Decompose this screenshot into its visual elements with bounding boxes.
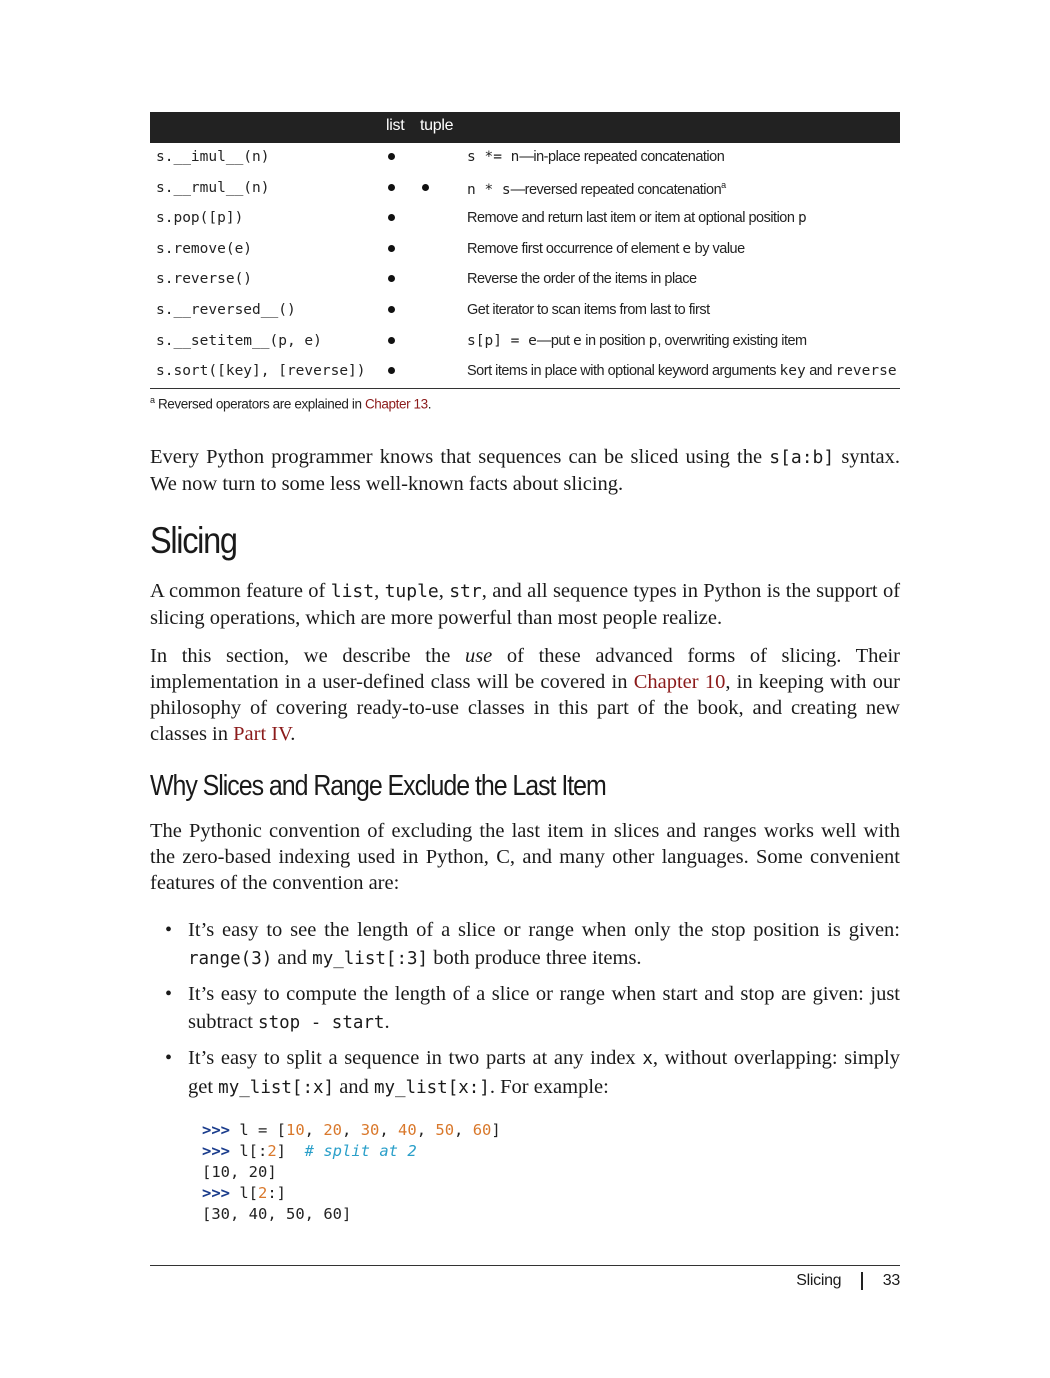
table-row: s.sort([key], [reverse]) Sort items in pl… xyxy=(150,357,900,388)
subsection-paragraph: The Pythonic convention of excluding the… xyxy=(150,820,900,894)
method-name: s.__setitem__(p, e) xyxy=(156,332,322,349)
header-list: list xyxy=(386,117,405,134)
code-example: >>> l = [10, 20, 30, 40, 50, 60] >>> l[:… xyxy=(202,1120,501,1225)
section-paragraph-2: In this section, we describe the use of … xyxy=(150,645,900,745)
method-description: n * s—reversed repeated concatenationa xyxy=(467,179,726,198)
list-support-dot xyxy=(388,336,395,344)
method-name: s.pop([p]) xyxy=(156,210,244,227)
section-title: Slicing xyxy=(150,520,238,561)
table-row: s.__setitem__(p, e) s[p] = e—put e in pos… xyxy=(150,327,900,358)
method-description: Get iterator to scan items from last to … xyxy=(467,301,710,318)
table-row: s.__reversed__() Get iterator to scan ite… xyxy=(150,296,900,327)
page-number: 33 xyxy=(882,1272,901,1290)
method-description: Sort items in place with optional keywor… xyxy=(467,363,897,380)
list-support-dot xyxy=(388,153,395,160)
tuple-support-dot xyxy=(422,183,429,191)
table-bottom-rule xyxy=(150,387,900,389)
list-support-dot xyxy=(388,244,395,252)
method-description: s *= n—in-place repeated concatenation xyxy=(467,149,725,165)
list-item: It’s easy to split a sequence in two par… xyxy=(150,1044,900,1102)
table-row: s.pop([p]) Remove and return last item or… xyxy=(150,204,900,235)
table-row: s.reverse() Reverse the order of the item… xyxy=(150,265,900,296)
part-iv-link[interactable]: Part IV xyxy=(233,723,290,745)
table-footnote: a Reversed operators are explained in Ch… xyxy=(150,394,432,412)
chapter-10-link[interactable]: Chapter 10 xyxy=(634,671,726,693)
table-row: s.__rmul__(n) n * s—reversed repeated con… xyxy=(150,174,900,205)
footer-rule xyxy=(150,1265,900,1266)
subsection-title: Why Slices and Range Exclude the Last It… xyxy=(150,770,607,802)
code-line: >>> l = [10, 20, 30, 40, 50, 60] xyxy=(202,1121,501,1139)
footer-section: Slicing xyxy=(796,1272,842,1290)
code-output: [10, 20] xyxy=(202,1163,277,1181)
list-support-dot xyxy=(388,367,395,375)
method-description: Remove and return last item or item at o… xyxy=(467,210,807,227)
method-description: Reverse the order of the items in place xyxy=(467,271,697,288)
section-paragraph-1: A common feature of list, tuple, str, an… xyxy=(150,580,901,629)
method-description: Remove first occurrence of element e by … xyxy=(467,240,745,257)
list-support-dot xyxy=(388,275,395,283)
chapter-13-link[interactable]: Chapter 13 xyxy=(365,396,428,411)
feature-list: It’s easy to see the length of a slice o… xyxy=(150,916,900,1109)
table-row: s.remove(e) Remove first occurrence of el… xyxy=(150,235,900,266)
table-body: s.__imul__(n) s *= n—in-place repeated co… xyxy=(150,143,900,388)
intro-paragraph: Every Python programmer knows that seque… xyxy=(150,446,900,495)
list-item: It’s easy to compute the length of a sli… xyxy=(150,980,900,1037)
method-name: s.__rmul__(n) xyxy=(156,179,270,196)
list-item: It’s easy to see the length of a slice o… xyxy=(150,916,900,973)
list-support-dot xyxy=(388,305,395,313)
code-line: >>> l[:2] # split at 2 xyxy=(202,1142,417,1160)
list-support-dot xyxy=(388,183,395,191)
method-name: s.__reversed__() xyxy=(156,301,296,318)
method-name: s.sort([key], [reverse]) xyxy=(156,363,366,380)
page-footer: Slicing 33 xyxy=(796,1272,900,1290)
method-name: s.__imul__(n) xyxy=(156,149,270,165)
table-header: list tuple xyxy=(150,112,900,143)
method-name: s.reverse() xyxy=(156,271,253,288)
method-name: s.remove(e) xyxy=(156,240,253,257)
method-description: s[p] = e—put e in position p, overwritin… xyxy=(467,332,807,349)
table-row: s.__imul__(n) s *= n—in-place repeated co… xyxy=(150,143,900,174)
code-line: >>> l[2:] xyxy=(202,1184,287,1202)
methods-table: list tuple s.__imul__(n) s *= n—in-place … xyxy=(150,112,900,411)
footer-separator xyxy=(861,1272,863,1290)
header-tuple: tuple xyxy=(420,117,454,134)
code-output: [30, 40, 50, 60] xyxy=(202,1205,352,1223)
list-support-dot xyxy=(388,214,395,222)
